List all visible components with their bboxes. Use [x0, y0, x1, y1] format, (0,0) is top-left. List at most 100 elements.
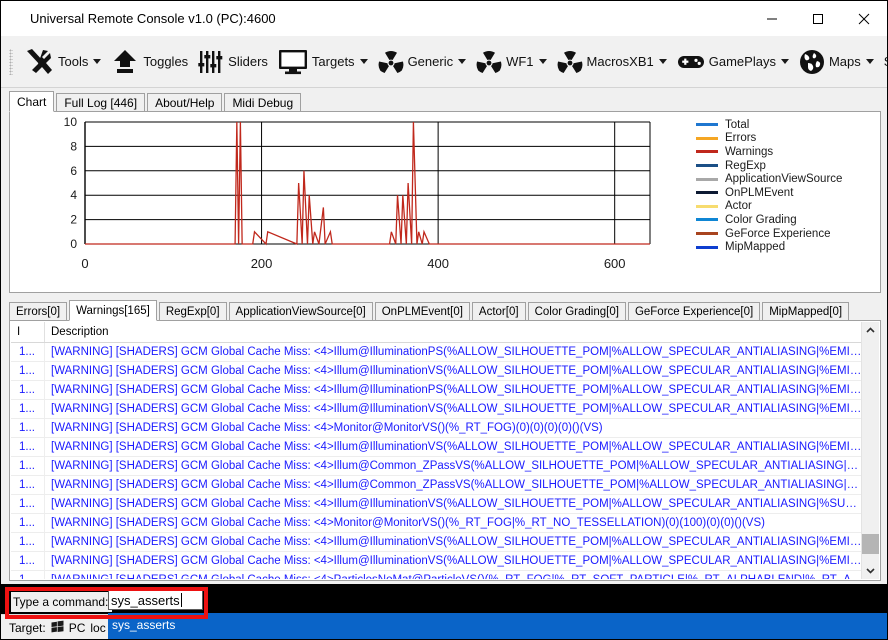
grid-tab-errors-0[interactable]: Errors[0] [9, 302, 67, 321]
legend-item[interactable]: MipMapped [682, 240, 880, 254]
grid-tab-geforce-experience-0[interactable]: GeForce Experience[0] [628, 302, 760, 321]
table-row[interactable]: 1...[WARNING] [SHADERS] GCM Global Cache… [11, 514, 863, 533]
grid-vertical-scrollbar[interactable] [861, 322, 879, 579]
legend-item[interactable]: GeForce Experience [682, 227, 880, 241]
row-description: [WARNING] [SHADERS] GCM Global Cache Mis… [45, 476, 863, 494]
toolbar-button-wf1[interactable]: WF1 [471, 40, 551, 84]
svg-text:6: 6 [70, 164, 77, 178]
legend-swatch [696, 205, 718, 208]
toolbar-button-sliders[interactable]: Sliders [193, 40, 273, 84]
chevron-down-icon[interactable] [93, 59, 101, 64]
command-input[interactable]: sys_asserts [108, 590, 203, 610]
row-description: [WARNING] [SHADERS] GCM Global Cache Mis… [45, 438, 863, 456]
toolbar-button-label: Generic [408, 54, 454, 69]
grid-header-row: I Description [11, 322, 863, 343]
sliders-icon [198, 49, 224, 75]
table-row[interactable]: 1...[WARNING] [SHADERS] GCM Global Cache… [11, 438, 863, 457]
grid-tab-color-grading-0[interactable]: Color Grading[0] [528, 302, 626, 321]
legend-label: Warnings [725, 146, 773, 158]
legend-swatch [696, 218, 718, 221]
text-cursor [181, 593, 182, 607]
legend-swatch [696, 123, 718, 126]
row-index: 1... [11, 476, 45, 494]
row-index: 1... [11, 362, 45, 380]
toolbar-button-tools[interactable]: Tools [19, 40, 106, 84]
tab-label: MipMapped[0] [769, 306, 842, 318]
scroll-down-button[interactable] [862, 562, 879, 579]
table-row[interactable]: 1...[WARNING] [SHADERS] GCM Global Cache… [11, 552, 863, 571]
column-header-description[interactable]: Description [45, 322, 863, 342]
table-row[interactable]: 1...[WARNING] [SHADERS] GCM Global Cache… [11, 533, 863, 552]
toolbar-button-screen-shot[interactable]: Screen Shot [879, 40, 887, 84]
chevron-down-icon[interactable] [360, 59, 368, 64]
grid-tab-actor-0[interactable]: Actor[0] [472, 302, 526, 321]
column-header-index[interactable]: I [11, 322, 45, 342]
minimize-button[interactable] [749, 1, 795, 36]
tools-icon [24, 48, 54, 76]
tab-label: ApplicationViewSource[0] [236, 306, 366, 318]
chevron-down-icon[interactable] [659, 59, 667, 64]
main-tab-strip: ChartFull Log [446]About/HelpMidi Debug [9, 91, 881, 112]
chevron-down-icon[interactable] [539, 59, 547, 64]
table-row[interactable]: 1...[WARNING] [SHADERS] GCM Global Cache… [11, 457, 863, 476]
toolbar-button-label: MacrosXB1 [587, 54, 654, 69]
close-button[interactable] [841, 1, 887, 36]
legend-item[interactable]: Color Grading [682, 213, 880, 227]
legend-item[interactable]: Actor [682, 200, 880, 214]
grid-tab-warnings-165[interactable]: Warnings[165] [69, 300, 157, 321]
log-grid-panel: I Description 1...[WARNING] [SHADERS] GC… [9, 320, 881, 581]
row-index: 1... [11, 438, 45, 456]
row-index: 1... [11, 571, 45, 579]
globe-icon [799, 49, 825, 75]
table-row[interactable]: 1...[WARNING] [SHADERS] GCM Global Cache… [11, 419, 863, 438]
scrollbar-thumb[interactable] [862, 534, 879, 554]
grid-tab-regexp-0[interactable]: RegExp[0] [159, 302, 227, 321]
grid-tab-mipmapped-0[interactable]: MipMapped[0] [762, 302, 849, 321]
table-row[interactable]: 1...[WARNING] [SHADERS] GCM Global Cache… [11, 343, 863, 362]
chevron-down-icon[interactable] [866, 59, 874, 64]
legend-item[interactable]: Errors [682, 132, 880, 146]
toolbar-button-label: GamePlays [709, 54, 776, 69]
table-row[interactable]: 1...[WARNING] [SHADERS] GCM Global Cache… [11, 400, 863, 419]
toolbar-button-generic[interactable]: Generic [373, 40, 472, 84]
row-description: [WARNING] [SHADERS] GCM Global Cache Mis… [45, 514, 863, 532]
tab-about-help[interactable]: About/Help [147, 93, 222, 112]
suggestion-item[interactable]: sys_asserts [112, 618, 175, 632]
legend-item[interactable]: Total [682, 118, 880, 132]
toolbar-button-maps[interactable]: Maps [794, 40, 879, 84]
grid-tab-onplmevent-0[interactable]: OnPLMEvent[0] [375, 302, 470, 321]
legend-label: OnPLMEvent [725, 187, 793, 199]
maximize-button[interactable] [795, 1, 841, 36]
tab-chart[interactable]: Chart [9, 91, 54, 112]
windows-logo-icon [51, 620, 64, 636]
row-index: 1... [11, 533, 45, 551]
tab-midi-debug[interactable]: Midi Debug [224, 93, 301, 112]
toolbar-button-macrosxb1[interactable]: MacrosXB1 [552, 40, 672, 84]
chevron-down-icon[interactable] [781, 59, 789, 64]
tab-label: Errors[0] [16, 306, 60, 318]
toolbar-button-toggles[interactable]: Toggles [106, 40, 193, 84]
command-suggestion-list[interactable]: sys_asserts [108, 613, 888, 640]
table-row[interactable]: 1...[WARNING] [SHADERS] GCM Global Cache… [11, 495, 863, 514]
scroll-up-button[interactable] [862, 322, 879, 339]
legend-item[interactable]: Warnings [682, 145, 880, 159]
legend-item[interactable]: RegExp [682, 159, 880, 173]
table-row[interactable]: 1...[WARNING] [SHADERS] GCM Global Cache… [11, 381, 863, 400]
legend-item[interactable]: ApplicationViewSource [682, 172, 880, 186]
tab-label: Color Grading[0] [535, 306, 619, 318]
radiation-icon [378, 50, 404, 74]
legend-label: MipMapped [725, 241, 785, 253]
toolbar-button-gameplays[interactable]: GamePlays [672, 40, 794, 84]
tab-full-log-446[interactable]: Full Log [446] [56, 93, 145, 112]
table-row[interactable]: 1...[WARNING] [SHADERS] GCM Global Cache… [11, 362, 863, 381]
legend-item[interactable]: OnPLMEvent [682, 186, 880, 200]
legend-label: RegExp [725, 160, 766, 172]
grid-tab-applicationviewsource-0[interactable]: ApplicationViewSource[0] [229, 302, 373, 321]
toolbar-grip[interactable] [9, 49, 13, 75]
toolbar-button-targets[interactable]: Targets [273, 40, 373, 84]
chevron-down-icon[interactable] [458, 59, 466, 64]
row-index: 1... [11, 552, 45, 570]
table-row[interactable]: 1...[WARNING] [SHADERS] GCM Global Cache… [11, 571, 863, 579]
table-row[interactable]: 1...[WARNING] [SHADERS] GCM Global Cache… [11, 476, 863, 495]
grid-tab-strip: Errors[0] Warnings[165]RegExp[0] Applicati… [9, 300, 881, 321]
